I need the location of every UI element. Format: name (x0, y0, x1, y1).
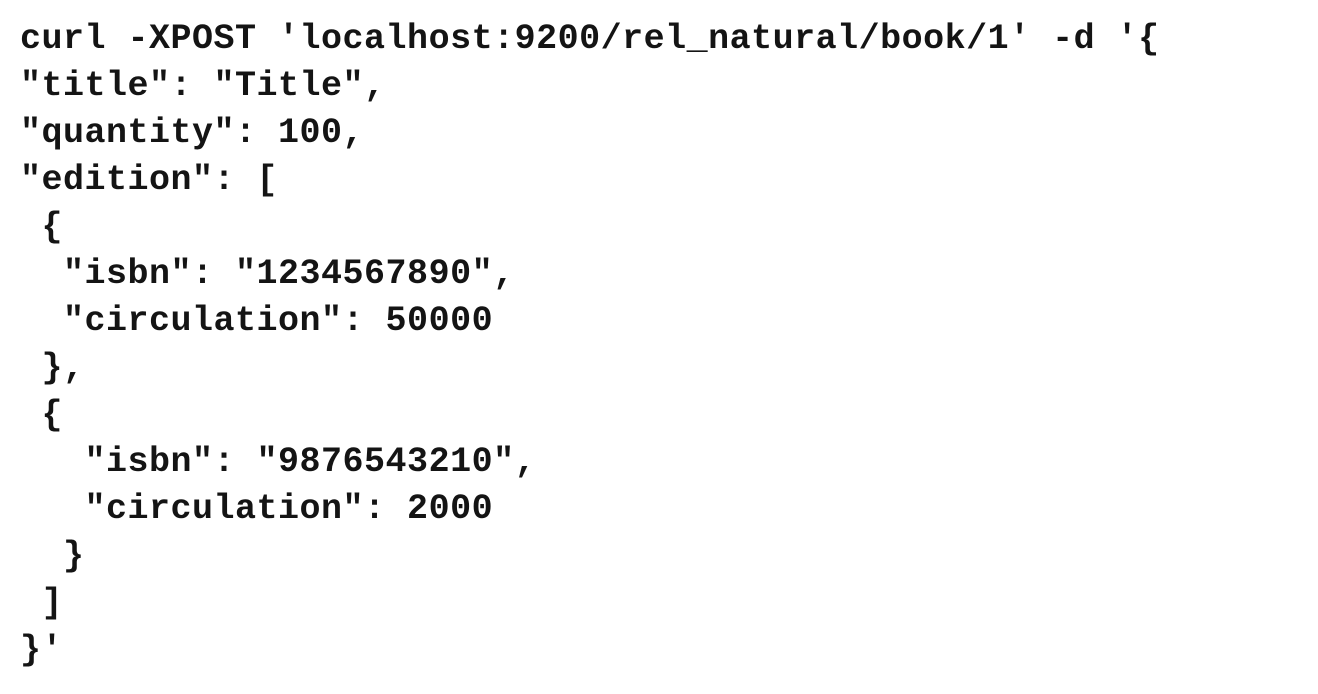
code-line-8: }, (20, 348, 85, 388)
code-block: curl -XPOST 'localhost:9200/rel_natural/… (0, 0, 1318, 694)
code-line-12: } (20, 536, 85, 576)
code-line-9: { (20, 395, 64, 435)
code-line-7: "circulation": 50000 (20, 301, 494, 341)
code-line-13: ] (20, 583, 64, 623)
code-line-4: "edition": [ (20, 160, 279, 200)
code-line-1: curl -XPOST 'localhost:9200/rel_natural/… (20, 19, 1160, 59)
code-line-10: "isbn": "9876543210", (20, 442, 537, 482)
code-line-3: "quantity": 100, (20, 113, 365, 153)
code-line-6: "isbn": "1234567890", (20, 254, 515, 294)
code-line-14: }' (20, 630, 64, 670)
code-line-2: "title": "Title", (20, 66, 386, 106)
code-line-11: "circulation": 2000 (20, 489, 494, 529)
code-line-5: { (20, 207, 64, 247)
